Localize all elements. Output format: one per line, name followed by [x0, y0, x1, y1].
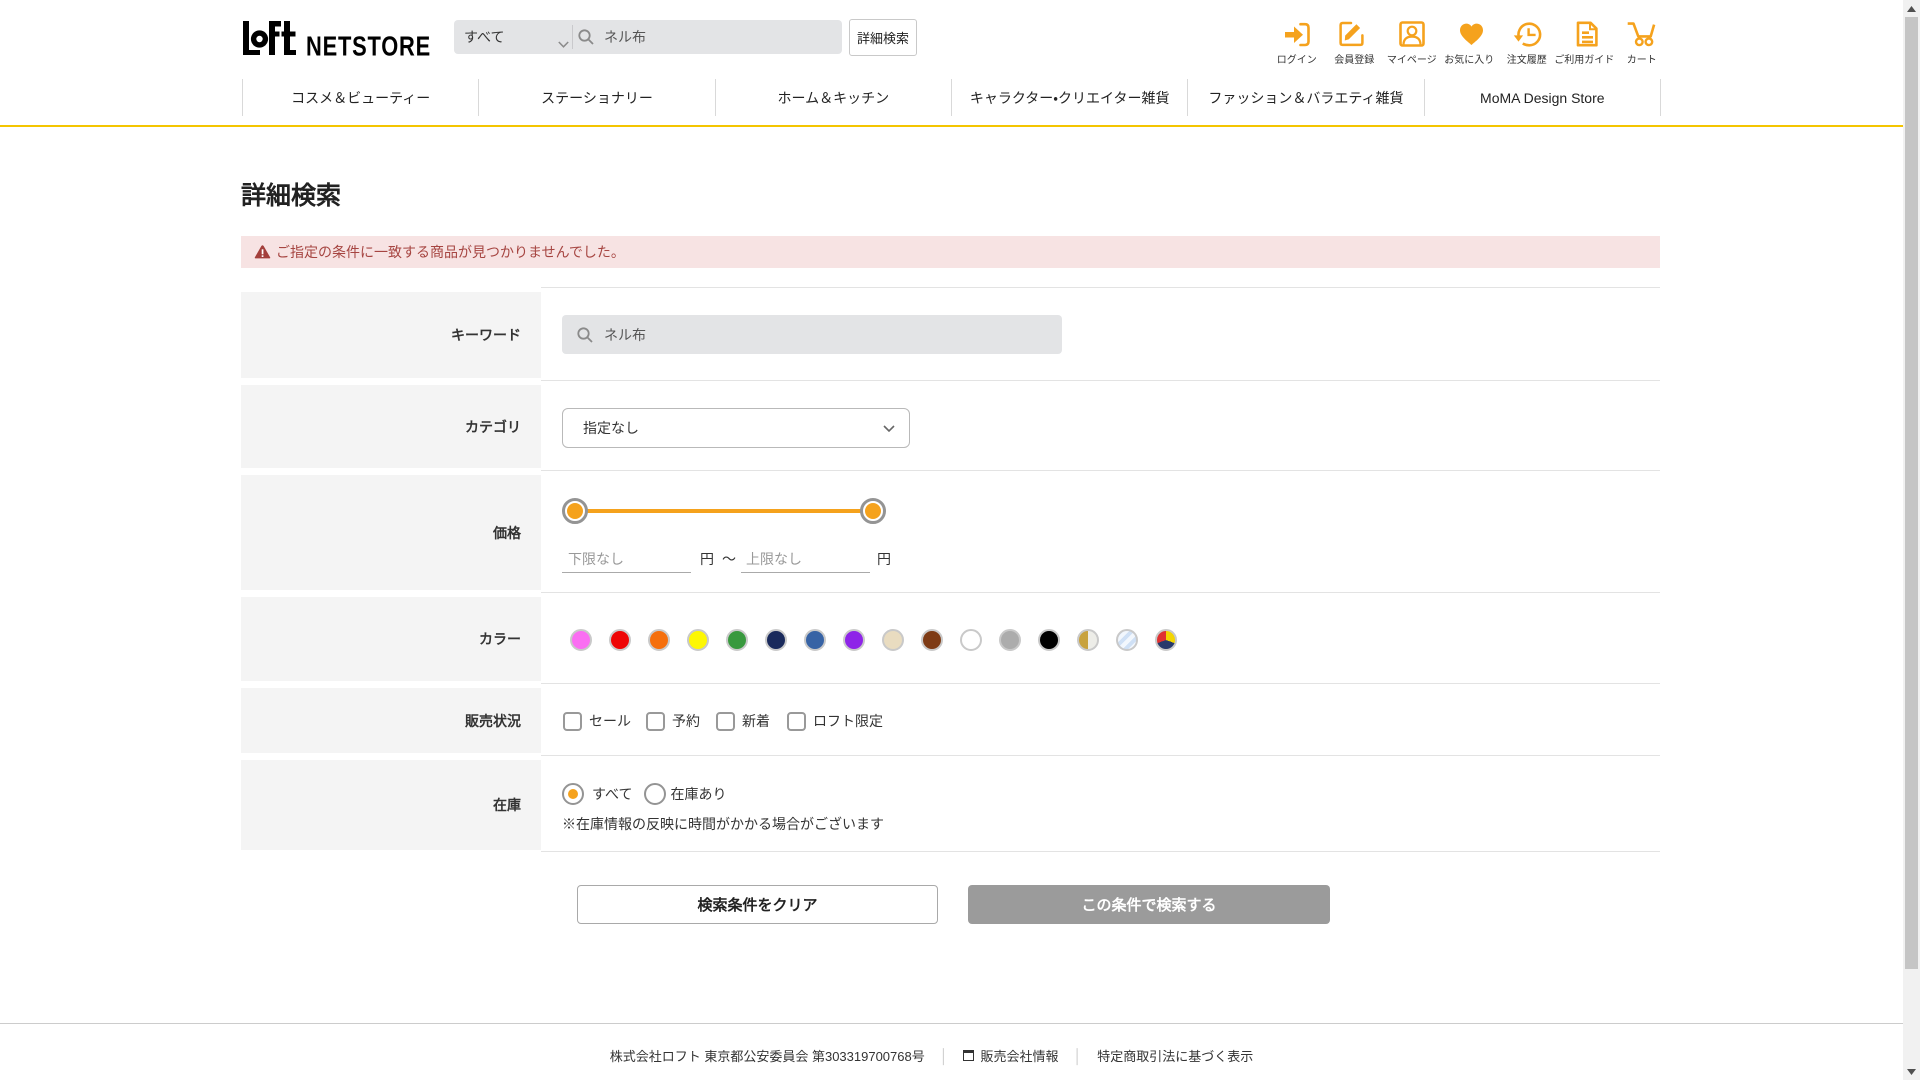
svg-text:NETSTORE: NETSTORE — [306, 31, 431, 62]
